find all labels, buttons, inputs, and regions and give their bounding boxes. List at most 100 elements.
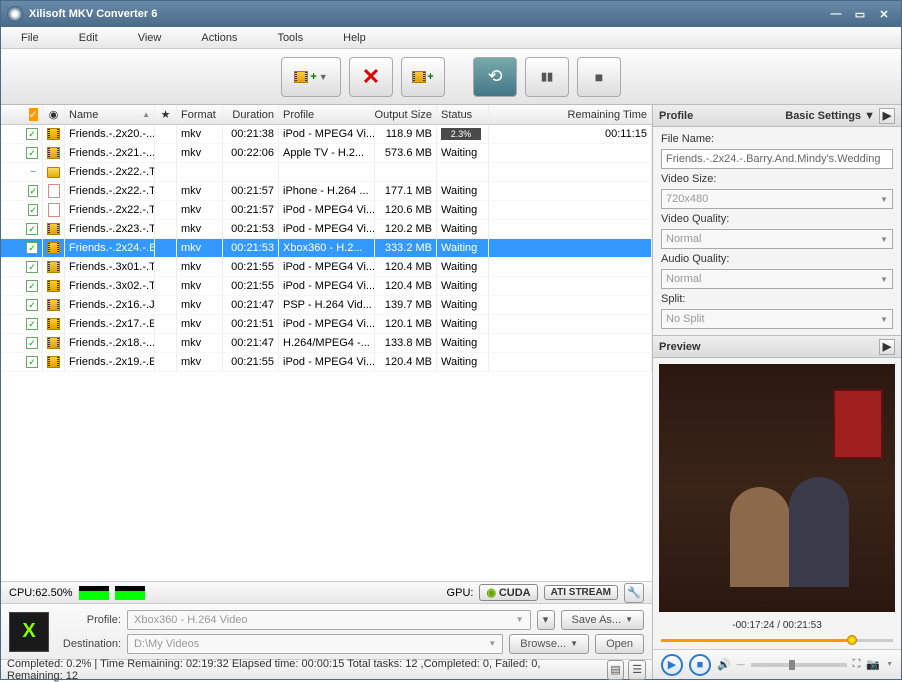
table-row[interactable]: ✓Friends.-.2x22.-.T...mkv00:21:57iPhone … (1, 182, 652, 201)
table-row[interactable]: ✓Friends.-.2x24.-.B...mkv00:21:53Xbox360… (1, 239, 652, 258)
basic-settings-toggle[interactable]: Basic Settings ▼ (785, 110, 875, 122)
table-row[interactable]: ✓Friends.-.2x17.-.E...mkv00:21:51iPod - … (1, 315, 652, 334)
gpu-settings-button[interactable]: 🔧 (624, 583, 644, 603)
volume-icon[interactable]: 🔊 (717, 658, 731, 671)
volume-slider[interactable] (751, 663, 847, 667)
browse-button[interactable]: Browse... ▼ (509, 634, 589, 654)
row-checkbox[interactable]: ✓ (28, 185, 38, 197)
list-button[interactable]: ☰ (628, 660, 646, 680)
col-check[interactable]: ✓ (1, 105, 43, 124)
row-checkbox[interactable]: ✓ (26, 261, 38, 273)
film-icon (47, 261, 60, 273)
film-icon (47, 299, 60, 311)
col-duration[interactable]: Duration (223, 105, 279, 124)
file-table: ✓ ◉ Name▲ ★ Format Duration Profile Outp… (1, 105, 652, 581)
table-row[interactable]: ✓Friends.-.2x22.-.T...mkv00:21:57iPod - … (1, 201, 652, 220)
preview-video[interactable] (659, 364, 895, 612)
row-checkbox[interactable]: ✓ (26, 337, 38, 349)
maximize-button[interactable]: ▭ (849, 5, 871, 23)
row-checkbox[interactable]: ✓ (26, 147, 38, 159)
table-row[interactable]: ✓Friends.-.2x19.-.E...mkv00:21:55iPod - … (1, 353, 652, 372)
table-header: ✓ ◉ Name▲ ★ Format Duration Profile Outp… (1, 105, 652, 125)
row-checkbox[interactable]: ✓ (28, 204, 38, 216)
table-row[interactable]: ✓Friends.-.2x21.-....mkv00:22:06Apple TV… (1, 144, 652, 163)
close-button[interactable]: ✕ (873, 5, 895, 23)
stop-preview-icon: ■ (697, 659, 704, 671)
col-star[interactable]: ★ (155, 105, 177, 124)
menu-help[interactable]: Help (343, 32, 366, 44)
row-checkbox[interactable]: ✓ (26, 299, 38, 311)
row-checkbox[interactable]: ✓ (26, 242, 38, 254)
cuda-badge[interactable]: ◉ CUDA (479, 584, 537, 601)
preview-time: -00:17:24 / 00:21:53 (653, 618, 901, 633)
remove-button[interactable]: ✕ (349, 57, 393, 97)
fullscreen-button[interactable]: ⛶ (853, 658, 861, 671)
destination-select[interactable]: D:\My Videos▼ (127, 634, 503, 654)
preview-collapse-button[interactable]: ▶ (879, 339, 895, 355)
film-icon (47, 356, 60, 368)
menu-actions[interactable]: Actions (201, 32, 237, 44)
snapshot-button[interactable]: 📷 (866, 658, 880, 671)
row-checkbox[interactable]: ✓ (26, 223, 38, 235)
stop-preview-button[interactable]: ■ (689, 654, 711, 676)
ati-badge[interactable]: ATI STREAM (544, 585, 618, 600)
profile-panel-title: Profile (659, 110, 693, 122)
col-output-size[interactable]: Output Size (375, 105, 437, 124)
preview-seek-slider[interactable] (661, 635, 893, 647)
table-row[interactable]: ✓Friends.-.2x20.-....mkv00:21:38iPod - M… (1, 125, 652, 144)
profile-dropdown-more-button[interactable]: ▾ (537, 610, 555, 630)
table-row[interactable]: ✓Friends.-.3x02.-.T...mkv00:21:55iPod - … (1, 277, 652, 296)
status-text: Completed: 0.2% | Time Remaining: 02:19:… (7, 658, 599, 682)
file-name-input[interactable] (661, 149, 893, 169)
video-size-select[interactable]: 720x480 (661, 189, 893, 209)
film-plus-icon (412, 71, 426, 83)
col-type[interactable]: ◉ (43, 105, 65, 124)
col-remaining[interactable]: Remaining Time (489, 105, 652, 124)
table-body[interactable]: ✓Friends.-.2x20.-....mkv00:21:38iPod - M… (1, 125, 652, 581)
menu-edit[interactable]: Edit (79, 32, 98, 44)
menu-view[interactable]: View (138, 32, 162, 44)
menu-tools[interactable]: Tools (277, 32, 303, 44)
folder-icon (47, 167, 60, 178)
profile-bar: X Profile: Xbox360 - H.264 Video▼ ▾ Save… (1, 603, 652, 659)
delete-icon: ✕ (362, 64, 380, 90)
stop-button[interactable]: ■ (577, 57, 621, 97)
app-logo-icon (7, 6, 23, 22)
minimize-button[interactable]: — (825, 5, 847, 23)
table-row[interactable]: ✓Friends.-.3x01.-.T...mkv00:21:55iPod - … (1, 258, 652, 277)
film-icon (47, 318, 60, 330)
add-output-button[interactable]: + (401, 57, 445, 97)
log-button[interactable]: ▤ (607, 660, 625, 680)
convert-button[interactable]: ⟲ (473, 57, 517, 97)
video-quality-select[interactable]: Normal (661, 229, 893, 249)
row-checkbox[interactable]: ✓ (26, 128, 38, 140)
expand-icon[interactable]: − (28, 167, 38, 178)
col-format[interactable]: Format (177, 105, 223, 124)
col-profile[interactable]: Profile (279, 105, 375, 124)
row-checkbox[interactable]: ✓ (26, 280, 38, 292)
col-name[interactable]: Name▲ (65, 105, 155, 124)
titlebar[interactable]: Xilisoft MKV Converter 6 — ▭ ✕ (1, 1, 901, 27)
row-checkbox[interactable]: ✓ (26, 356, 38, 368)
table-row[interactable]: ✓Friends.-.2x16.-.J...mkv00:21:47PSP - H… (1, 296, 652, 315)
table-row[interactable]: −Friends.-.2x22.-.T... (1, 163, 652, 182)
stop-icon: ■ (595, 69, 603, 85)
save-as-button[interactable]: Save As... ▼ (561, 610, 644, 630)
table-row[interactable]: ✓Friends.-.2x18.-....mkv00:21:47H.264/MP… (1, 334, 652, 353)
film-icon (47, 337, 60, 349)
open-button[interactable]: Open (595, 634, 644, 654)
audio-quality-select[interactable]: Normal (661, 269, 893, 289)
preview-header: Preview ▶ (653, 336, 901, 358)
profile-select[interactable]: Xbox360 - H.264 Video▼ (127, 610, 531, 630)
menu-file[interactable]: File (21, 32, 39, 44)
pause-button[interactable]: ▮▮ (525, 57, 569, 97)
col-status[interactable]: Status (437, 105, 489, 124)
split-select[interactable]: No Split (661, 309, 893, 329)
table-row[interactable]: ✓Friends.-.2x23.-.T...mkv00:21:53iPod - … (1, 220, 652, 239)
cpu-label: CPU:62.50% (9, 587, 73, 599)
add-file-button[interactable]: +▼ (281, 57, 341, 97)
profile-collapse-button[interactable]: ▶ (879, 108, 895, 124)
play-icon: ▶ (668, 658, 676, 671)
play-button[interactable]: ▶ (661, 654, 683, 676)
row-checkbox[interactable]: ✓ (26, 318, 38, 330)
